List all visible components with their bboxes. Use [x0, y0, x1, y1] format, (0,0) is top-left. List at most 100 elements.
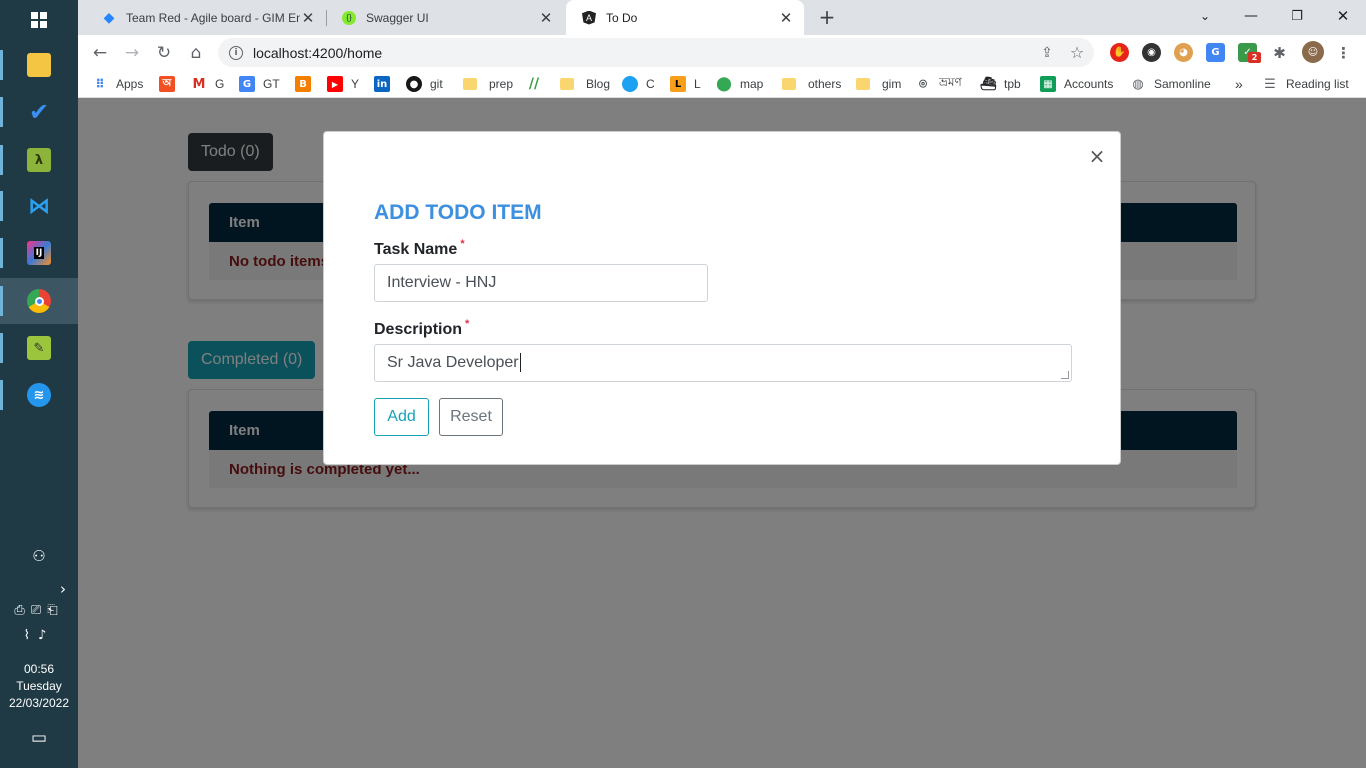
bookmark-bengali-app[interactable]: অ — [159, 75, 183, 93]
share-icon[interactable]: ⇪ — [1034, 40, 1060, 66]
address-bar[interactable]: i localhost:4200/home ⇪ ☆ — [218, 38, 1094, 67]
bookmark-label: Blog — [586, 77, 611, 91]
bookmark-folder-others[interactable]: others — [782, 75, 841, 93]
bookmark-label: GT — [263, 77, 280, 91]
dark-reader-extension-icon[interactable]: ◉ — [1142, 43, 1161, 62]
start-button[interactable] — [0, 0, 78, 40]
bookmark-label: gim — [882, 77, 902, 91]
url-text[interactable]: localhost:4200/home — [253, 45, 1034, 61]
bookmark-label: Samonline — [1154, 77, 1211, 91]
bookmark-youtube[interactable]: ▶ Y — [327, 75, 359, 93]
bookmark-apps[interactable]: ⠿ Apps — [92, 75, 143, 93]
tab-title: To Do — [606, 10, 638, 25]
reload-button[interactable]: ↻ — [151, 40, 177, 66]
required-marker: * — [465, 318, 470, 330]
tab-title: Team Red - Agile board - GIM En — [126, 10, 300, 25]
bookmark-travel[interactable]: ⌾ ভ্রমণ — [915, 75, 962, 93]
google-translate-extension-icon[interactable]: G — [1206, 43, 1225, 62]
minimize-button[interactable]: — — [1228, 0, 1274, 32]
bookmark-linkedin[interactable]: in — [374, 75, 398, 93]
bookmark-l[interactable]: L L — [670, 75, 701, 93]
taskbar-lambda[interactable]: λ — [0, 137, 78, 183]
browser-window: ◆ Team Red - Agile board - GIM En ✕ {} S… — [78, 0, 1366, 768]
tab-agile-board[interactable]: ◆ Team Red - Agile board - GIM En ✕ — [86, 0, 326, 35]
back-button[interactable]: ← — [87, 40, 113, 66]
bookmark-map[interactable]: ⬤ map — [716, 75, 763, 93]
slashes-icon: // — [528, 76, 540, 92]
bookmark-c[interactable]: C — [622, 75, 655, 93]
restore-button[interactable]: ❐ — [1274, 0, 1320, 32]
add-button[interactable]: Add — [374, 398, 429, 436]
close-tab-icon[interactable]: ✕ — [300, 9, 316, 27]
taskbar-notepad[interactable]: ✎ — [0, 325, 78, 371]
taskbar-todo[interactable]: ✔ — [0, 89, 78, 135]
checker-extension-icon[interactable]: ✓2 — [1238, 43, 1261, 63]
notifications-icon[interactable]: ▭ — [0, 728, 78, 748]
taskbar-clock[interactable]: 00:56 Tuesday 22/03/2022 — [0, 661, 78, 712]
forward-button[interactable]: → — [119, 40, 145, 66]
bookmark-star-icon[interactable]: ☆ — [1064, 40, 1090, 66]
bookmark-folder-gim[interactable]: gim — [856, 75, 901, 93]
add-todo-modal: × ADD TODO ITEM Task Name * Interview - H… — [323, 131, 1121, 465]
taskbar-chrome[interactable] — [0, 278, 78, 324]
bookmark-label: Y — [351, 77, 360, 91]
modal-close-icon[interactable]: × — [1086, 145, 1108, 167]
file-explorer-icon — [27, 53, 51, 77]
bookmark-label: git — [430, 77, 443, 91]
gmail-icon: M — [192, 76, 206, 92]
owl-extension-icon[interactable]: ◕ — [1174, 43, 1193, 62]
bookmark-gt[interactable]: G GT — [239, 75, 280, 93]
bookmark-label: Accounts — [1064, 77, 1114, 91]
network-volume-icon[interactable]: ⌇♪ — [0, 628, 78, 643]
clock-time: 00:56 — [23, 662, 55, 676]
vscode-icon: ⋈ — [28, 193, 50, 219]
bookmark-slashes[interactable]: // — [526, 75, 550, 93]
close-window-button[interactable]: ✕ — [1320, 0, 1366, 32]
chrome-icon — [27, 289, 51, 313]
tab-swagger[interactable]: {} Swagger UI ✕ — [326, 0, 564, 35]
bookmark-accounts[interactable]: ▦ Accounts — [1040, 75, 1113, 93]
bookmark-folder-prep[interactable]: prep — [463, 75, 513, 93]
taskbar-file-explorer[interactable] — [0, 42, 78, 88]
close-tab-icon[interactable]: ✕ — [538, 9, 554, 27]
web-page: Todo (0) Item No todo items Completed (0… — [78, 99, 1366, 768]
taskbar-intellij[interactable]: IJ — [0, 230, 78, 276]
bookmark-label: prep — [489, 77, 514, 91]
reading-list-button[interactable]: ☰ Reading list — [1262, 75, 1349, 93]
tray-icons-row-1[interactable]: ⎙⎚⎗ — [0, 603, 78, 618]
intellij-icon: IJ — [27, 241, 51, 265]
more-bookmarks-chevron[interactable]: » — [1235, 75, 1243, 93]
tab-todo[interactable]: A To Do ✕ — [566, 0, 804, 35]
taskbar-vscode[interactable]: ⋈ — [0, 183, 78, 229]
bookmark-label: C — [646, 77, 655, 91]
task-name-label: Task Name * — [374, 238, 465, 259]
task-name-input[interactable]: Interview - HNJ — [374, 264, 708, 302]
taskbar-docker[interactable]: ≋ — [0, 372, 78, 418]
new-tab-button[interactable]: + — [814, 5, 840, 31]
description-label-text: Description — [374, 321, 463, 338]
people-icon[interactable]: ⚇ — [0, 547, 78, 565]
show-hidden-icons-chevron-icon[interactable]: › — [0, 580, 78, 598]
close-tab-icon[interactable]: ✕ — [778, 9, 794, 27]
bookmark-git[interactable]: ● git — [406, 75, 443, 93]
tab-search-chevron-down-icon[interactable]: ⌄ — [1182, 0, 1228, 32]
site-info-icon[interactable]: i — [229, 45, 243, 60]
globe-icon: ◍ — [1132, 76, 1144, 92]
bookmark-tpb[interactable]: ⛴ tpb — [980, 75, 1021, 93]
home-button[interactable]: ⌂ — [183, 40, 209, 66]
linkedin-icon: in — [374, 76, 390, 92]
reset-button[interactable]: Reset — [439, 398, 503, 436]
profile-avatar[interactable]: ☺ — [1302, 41, 1324, 63]
bookmark-samonline[interactable]: ◍ Samonline — [1130, 75, 1211, 93]
tab-strip: ◆ Team Red - Agile board - GIM En ✕ {} S… — [78, 0, 1366, 35]
resize-handle-icon[interactable] — [1061, 371, 1069, 379]
description-textarea[interactable]: Sr Java Developer — [374, 344, 1072, 382]
bookmark-folder-blog[interactable]: Blog — [560, 75, 610, 93]
apps-grid-icon: ⠿ — [95, 77, 105, 91]
bookmark-gmail[interactable]: M G — [191, 75, 225, 93]
extensions-puzzle-icon[interactable]: ✱ — [1270, 43, 1289, 62]
leetcode-icon: L — [670, 76, 686, 92]
browser-menu-icon[interactable]: ⋮ — [1334, 43, 1353, 62]
adblock-extension-icon[interactable]: ✋ — [1110, 43, 1129, 62]
bookmark-blogger[interactable]: B — [295, 75, 319, 93]
